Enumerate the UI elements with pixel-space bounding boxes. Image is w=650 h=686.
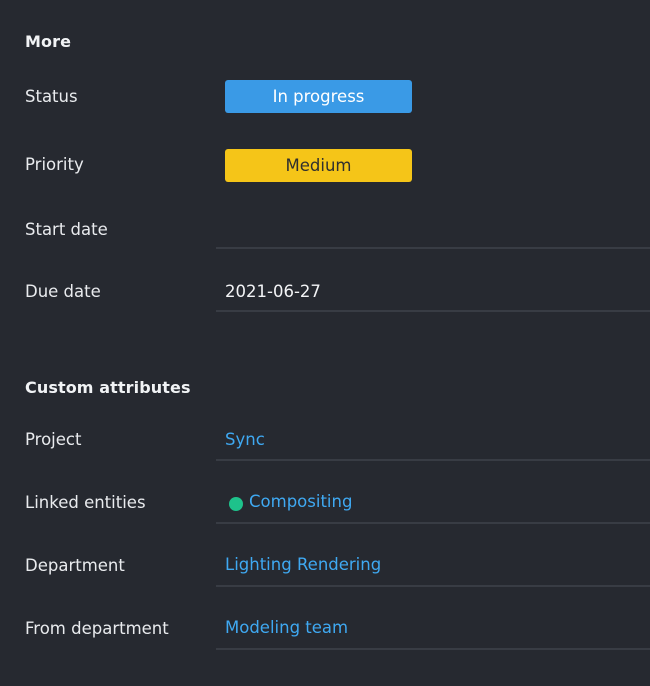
from-department-field-underline — [216, 648, 650, 650]
start-date-field-underline — [216, 247, 650, 249]
due-date-label: Due date — [25, 282, 101, 301]
priority-badge[interactable]: Medium — [225, 149, 412, 182]
start-date-label: Start date — [25, 220, 108, 239]
priority-label: Priority — [25, 155, 84, 174]
more-section-title: More — [25, 32, 72, 51]
project-label: Project — [25, 430, 82, 449]
custom-attributes-section-title: Custom attributes — [25, 378, 191, 397]
status-label: Status — [25, 87, 78, 106]
entity-status-dot-icon — [229, 497, 243, 511]
due-date-field-underline — [216, 310, 650, 312]
status-badge[interactable]: In progress — [225, 80, 412, 113]
department-label: Department — [25, 556, 125, 575]
department-field-underline — [216, 585, 650, 587]
linked-entities-label: Linked entities — [25, 493, 146, 512]
linked-entity-link[interactable]: Compositing — [249, 492, 352, 511]
project-link[interactable]: Sync — [225, 430, 265, 449]
department-link[interactable]: Lighting Rendering — [225, 555, 381, 574]
attributes-panel: More Status In progress Priority Medium … — [0, 0, 650, 686]
from-department-label: From department — [25, 619, 169, 638]
due-date-value[interactable]: 2021-06-27 — [225, 282, 321, 301]
project-field-underline — [216, 459, 650, 461]
from-department-link[interactable]: Modeling team — [225, 618, 348, 637]
linked-entities-field-underline — [216, 522, 650, 524]
